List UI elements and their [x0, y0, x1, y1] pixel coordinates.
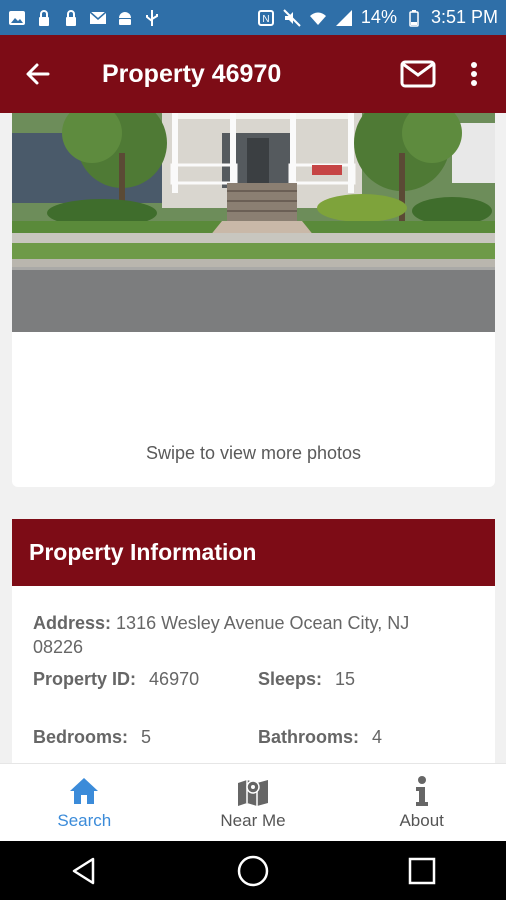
nav-about[interactable]: About: [337, 764, 506, 841]
house-photo-image: [12, 113, 495, 332]
nav-search-label: Search: [57, 811, 112, 830]
email-button[interactable]: [396, 52, 440, 96]
bedrooms-row: Bedrooms: 5: [33, 727, 151, 748]
sleeps-value: 15: [335, 669, 356, 689]
more-vert-icon: [471, 62, 477, 86]
notification-icons: [8, 9, 161, 27]
swipe-hint: Swipe to view more photos: [145, 443, 362, 463]
mail-icon: [89, 9, 107, 27]
mail-icon: [400, 60, 436, 88]
mute-icon: [283, 8, 301, 27]
bottom-navigation: Search Near Me About: [0, 763, 506, 841]
bathrooms-label: Bathrooms:: [258, 727, 360, 747]
usb-icon: [143, 9, 161, 27]
system-home-button[interactable]: [228, 846, 278, 896]
home-icon: [70, 778, 99, 804]
address-label: Address:: [33, 613, 112, 633]
page-title: Property 46970: [102, 59, 282, 88]
image-icon: [8, 9, 26, 27]
app-bar: Property 46970: [0, 35, 506, 113]
nav-near-me[interactable]: Near Me: [169, 764, 338, 841]
property-info-header: Property Information: [12, 519, 495, 586]
signal-icon: [335, 9, 353, 27]
map-icon: [238, 780, 268, 806]
android-icon: [116, 9, 134, 27]
nav-search[interactable]: Search: [0, 764, 169, 841]
bedrooms-value: 5: [141, 727, 152, 747]
photo-card: Swipe to view more photos: [12, 113, 495, 487]
property-photo[interactable]: [12, 113, 495, 332]
system-status: N 14% 3:51 PM: [257, 7, 498, 28]
bathrooms-row: Bathrooms: 4: [258, 727, 382, 748]
nfc-icon: N: [257, 9, 275, 27]
square-recents-icon: [408, 857, 435, 884]
lock-icon: [35, 9, 53, 27]
property-id-row: Property ID: 46970: [33, 669, 199, 690]
sleeps-row: Sleeps: 15: [258, 669, 355, 690]
property-info-card: Property Information Address: 1316 Wesle…: [12, 519, 495, 769]
system-back-button[interactable]: [59, 846, 109, 896]
system-recents-button[interactable]: [397, 846, 447, 896]
circle-home-icon: [237, 855, 269, 886]
property-id-value: 46970: [149, 669, 200, 689]
bathrooms-value: 4: [372, 727, 383, 747]
system-nav-bar: [0, 841, 506, 900]
bedrooms-label: Bedrooms:: [33, 727, 129, 747]
address-row: Address: 1316 Wesley Avenue Ocean City, …: [33, 611, 463, 659]
overflow-menu-button[interactable]: [464, 52, 484, 96]
battery-percent: 14%: [360, 7, 397, 27]
back-button[interactable]: [16, 52, 60, 96]
triangle-back-icon: [73, 857, 95, 884]
sleeps-label: Sleeps:: [258, 669, 323, 689]
nav-near-me-label: Near Me: [220, 811, 286, 830]
svg-text:N: N: [262, 14, 269, 25]
status-bar: N 14% 3:51 PM: [0, 0, 506, 35]
property-id-label: Property ID:: [33, 669, 137, 689]
nav-about-label: About: [399, 811, 444, 830]
back-arrow-icon: [26, 63, 50, 85]
wifi-icon: [309, 9, 327, 27]
info-icon: [415, 776, 428, 806]
clock: 3:51 PM: [430, 7, 498, 27]
lock-icon: [62, 9, 80, 27]
battery-icon: [405, 9, 423, 27]
